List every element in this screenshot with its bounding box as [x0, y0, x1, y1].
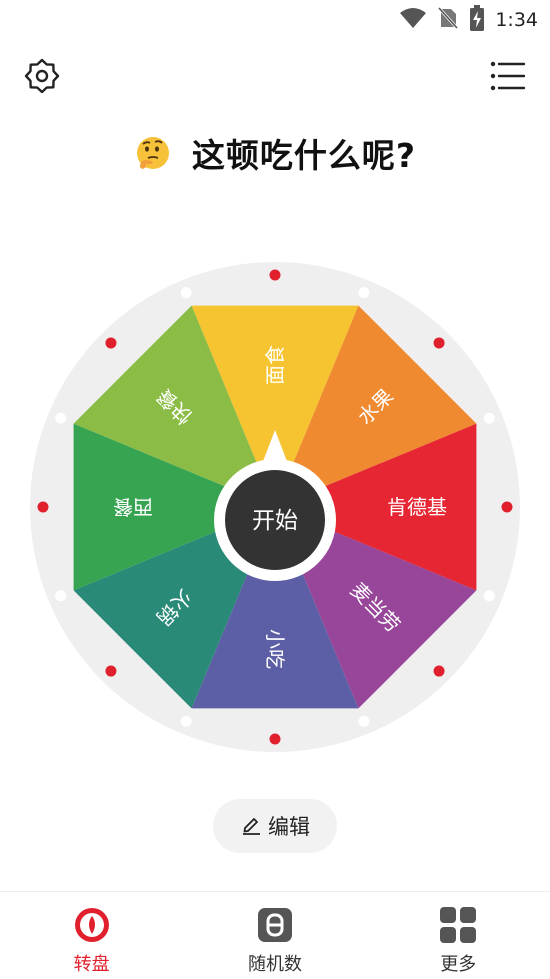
edit-label: 编辑 [268, 815, 310, 839]
rim-dot [483, 590, 495, 602]
dice-number-icon [256, 906, 294, 944]
nav-label-random-number: 随机数 [247, 954, 302, 975]
nav-item-random-number[interactable]: 随机数 [183, 892, 366, 979]
no-sim-icon [437, 6, 459, 34]
rim-dot [433, 665, 445, 677]
wifi-icon [399, 7, 427, 33]
rim-dot [483, 412, 495, 424]
wheel-segment-label: 小吃 [263, 629, 287, 669]
status-icons: 1:34 [399, 5, 538, 35]
nav-label-more: 更多 [440, 954, 477, 975]
status-bar: 1:34 [0, 0, 550, 40]
rim-dot [433, 337, 445, 349]
wheel-segment-label: 西餐 [113, 495, 153, 519]
thinking-face-icon [134, 134, 172, 172]
wheel-segment-label: 面食 [263, 345, 287, 385]
rim-dot [55, 412, 67, 424]
settings-button[interactable] [18, 54, 66, 102]
edit-button[interactable]: 编辑 [213, 799, 337, 853]
bottom-nav: 转盘 随机数 更多 [0, 891, 550, 979]
rim-dot [358, 715, 370, 727]
page-title: 这顿吃什么呢? [191, 136, 417, 175]
rim-dot [501, 501, 513, 513]
list-icon [490, 61, 526, 95]
rim-dot [105, 665, 117, 677]
title-row: 这顿吃什么呢? [0, 128, 550, 178]
wheel-segment-label: 肯德基 [387, 495, 447, 519]
rim-dot [180, 715, 192, 727]
start-label: 开始 [252, 508, 298, 534]
nav-item-more[interactable]: 更多 [367, 892, 550, 979]
grid-icon [439, 906, 477, 944]
rim-dot [37, 501, 49, 513]
gear-icon [23, 57, 61, 99]
rim-dot [55, 590, 67, 602]
nav-item-wheel[interactable]: 转盘 [0, 892, 183, 979]
nav-label-wheel: 转盘 [73, 954, 110, 975]
rim-dot [180, 287, 192, 299]
rim-dot [269, 733, 281, 745]
spin-wheel[interactable]: 面食 水果 肯德基 麦当劳 小吃 火锅 西餐 快餐 开始 [30, 262, 520, 752]
pencil-icon [240, 813, 262, 839]
rim-dot [105, 337, 117, 349]
wheel-icon [73, 906, 111, 944]
status-time: 1:34 [495, 9, 538, 31]
battery-charging-icon [469, 5, 485, 35]
rim-dot [269, 269, 281, 281]
rim-dot [358, 287, 370, 299]
list-menu-button[interactable] [484, 54, 532, 102]
